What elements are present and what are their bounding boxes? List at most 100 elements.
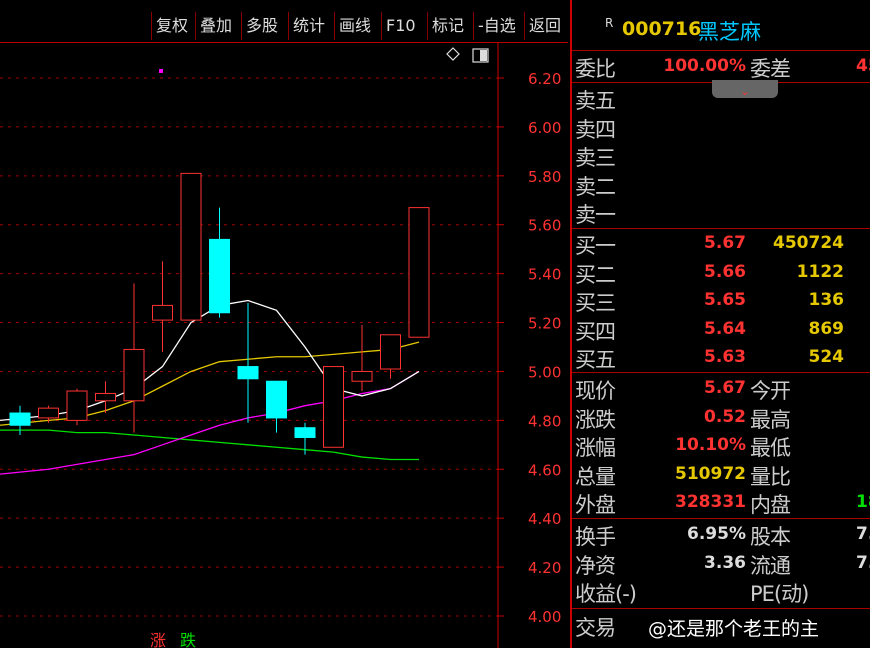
weicha-label: 委差	[750, 57, 791, 81]
toolbar-tongji-button[interactable]: 统计	[288, 12, 329, 40]
stat-value: 10.10%	[675, 435, 746, 455]
stat-label-2: 最高	[750, 407, 791, 432]
candle	[237, 302, 259, 423]
toolbar-huaxian-button[interactable]: 画线	[334, 12, 375, 40]
stat-value-2: 18	[856, 492, 870, 512]
stat-value: 0.52	[704, 406, 746, 427]
chart-corner-icons	[446, 47, 489, 63]
stat-row: 涨幅 10.10% 最低	[572, 432, 870, 460]
stat-row: 外盘 328331内盘 18	[572, 489, 870, 517]
fundamental-label: 净资	[575, 553, 616, 578]
stat-value: 5.67	[704, 378, 746, 398]
toolbar-duogu-button[interactable]: 多股	[241, 12, 282, 40]
fundamental-value-2: 7.	[856, 524, 870, 544]
stat-label-2: 最低	[750, 436, 791, 460]
buy-volume: 136	[808, 290, 845, 310]
bottom-up-label: 涨	[150, 631, 166, 648]
buy-label: 买二	[575, 262, 616, 287]
stat-value: 510972	[675, 463, 746, 484]
candle	[323, 366, 344, 448]
candle-body	[66, 390, 88, 421]
buy-volume: 524	[808, 347, 845, 367]
buy-price: 5.67	[704, 233, 746, 253]
toolbar-fuquan-button[interactable]: 复权	[151, 12, 192, 40]
candle	[266, 380, 287, 433]
price-tick-label: 6.00	[528, 119, 561, 137]
candle	[380, 334, 401, 379]
candle-body	[294, 427, 316, 438]
price-tick-label: 5.40	[528, 266, 561, 284]
ma60-line	[0, 429, 419, 461]
stat-row: 现价 5.67 今开	[572, 375, 870, 403]
chart-toolbar: 复权 叠加 多股 统计 画线 F10 标记 -自选 返回	[0, 0, 568, 43]
stock-header: R 000716 黑芝麻	[572, 14, 870, 46]
price-tick-label: 4.00	[528, 608, 561, 626]
price-tick-label: 5.60	[528, 217, 561, 235]
ma5-line	[0, 299, 420, 422]
price-tick-label: 4.60	[528, 461, 561, 479]
toolbar-zixuan-button[interactable]: -自选	[473, 12, 520, 40]
price-tick-label: 4.80	[528, 412, 561, 430]
buy-volume: 869	[808, 318, 845, 339]
price-tick-label: 6.20	[528, 70, 561, 88]
fundamental-label: 换手	[575, 525, 616, 549]
stat-label: 现价	[575, 379, 616, 403]
stock-name: 黑芝麻	[698, 20, 761, 44]
candle	[123, 283, 145, 433]
price-tick-label: 5.80	[528, 168, 561, 186]
candle-body	[152, 304, 173, 321]
stat-label: 总量	[575, 464, 616, 489]
price-axis-labels: 6.20 6.00 5.80 5.60 5.40 5.20 5.00 4.80 4.60 4.40…	[528, 70, 561, 626]
ma20-line	[0, 370, 420, 475]
buy-row: 买五 5.63 524	[572, 344, 870, 372]
candlestick-chart[interactable]: 6.20 6.00 5.80 5.60 5.40 5.20 5.00 4.80 4.60 4.40…	[0, 42, 568, 648]
stat-label: 涨幅	[575, 436, 616, 460]
candlesticks	[9, 172, 430, 455]
sell-label: 卖五	[575, 89, 616, 113]
stat-value: 328331	[675, 492, 746, 512]
candle-body	[38, 407, 59, 419]
toolbar-f10-button[interactable]: F10	[381, 12, 420, 40]
fundamental-row: 净资 3.36流通 7.	[572, 550, 870, 578]
stat-label-2: 内盘	[750, 493, 791, 517]
quote-panel: R 000716 黑芝麻 委比 100.00% 委差 45 ⌄ 卖五卖四卖三卖二…	[572, 0, 870, 648]
price-tick-label: 5.20	[528, 315, 561, 333]
stat-row: 总量 510972 量比	[572, 461, 870, 489]
r-badge: R	[605, 16, 614, 30]
stat-label-2: 今开	[750, 379, 791, 403]
sell-label: 卖三	[575, 146, 616, 170]
buy-label: 买五	[575, 348, 616, 372]
sell-row: 卖二	[572, 171, 870, 199]
fundamental-label: 收益(-)	[575, 582, 637, 606]
buy-volume: 450724	[773, 233, 844, 253]
sell-row: 卖一	[572, 199, 870, 227]
stock-code: 000716	[622, 18, 702, 40]
fundamental-row: 换手 6.95%股本 7.	[572, 521, 870, 549]
toolbar-back-button[interactable]: 返回	[524, 12, 565, 40]
sell-label: 卖四	[575, 117, 616, 142]
candle	[351, 324, 373, 392]
diamond-icon[interactable]	[446, 47, 460, 61]
weicha-value: 45	[856, 56, 870, 76]
sell-label: 卖二	[575, 174, 616, 199]
candle-body	[408, 207, 430, 338]
stat-label: 涨跌	[575, 407, 616, 432]
candle-body	[180, 172, 202, 321]
buy-label: 买三	[575, 291, 616, 315]
candle-body	[323, 366, 344, 448]
fundamental-label-2: PE(动)	[750, 582, 809, 606]
sell-label: 卖一	[575, 203, 616, 227]
fundamental-row: 收益(-) PE(动)	[572, 578, 870, 606]
toolbar-diejia-button[interactable]: 叠加	[195, 12, 236, 40]
candle-body	[95, 392, 116, 402]
fundamental-value: 3.36	[704, 552, 746, 573]
moving-average-lines	[0, 299, 420, 475]
watermark-text: @还是那个老王的主	[648, 618, 820, 640]
buy-row: 买四 5.64 869	[572, 316, 870, 344]
sell-row: 卖五	[572, 85, 870, 113]
candle-body	[266, 380, 287, 419]
price-tick-label: 4.20	[528, 559, 561, 577]
price-tick-label: 4.40	[528, 510, 561, 528]
toolbar-biaoji-button[interactable]: 标记	[427, 12, 468, 40]
chart-grid	[0, 77, 504, 617]
